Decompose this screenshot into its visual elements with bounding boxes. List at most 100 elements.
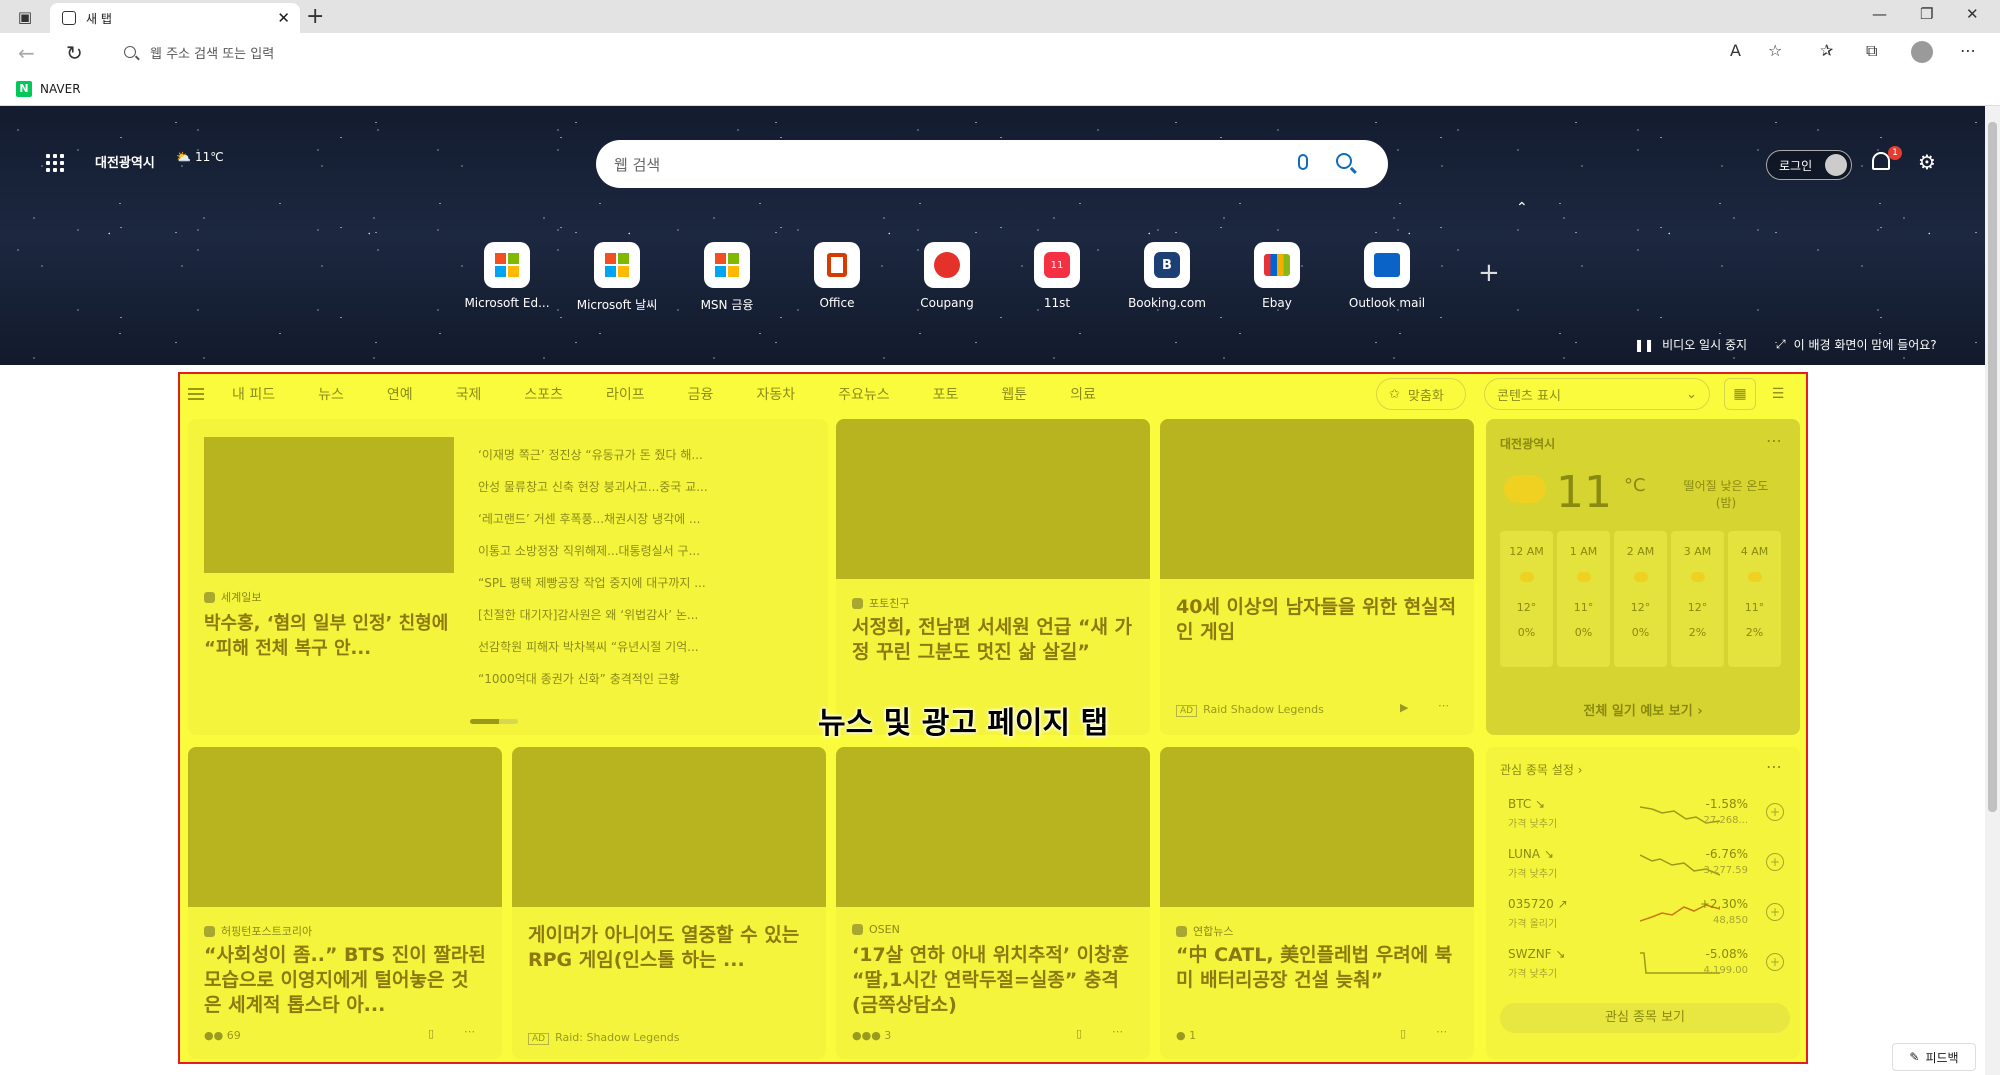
quick-link-office[interactable]: Office xyxy=(782,242,892,313)
profile-avatar[interactable] xyxy=(1911,41,1933,63)
headline-item[interactable]: 이통고 소방정장 직위해제...대통령실서 구... xyxy=(478,535,798,567)
favorites-icon[interactable]: ✰ xyxy=(1820,41,1833,60)
add-icon[interactable]: + xyxy=(1766,903,1784,921)
ad-title[interactable]: 40세 이상의 남자들을 위한 현실적인 게임 xyxy=(1176,595,1458,647)
close-tab-icon[interactable]: ✕ xyxy=(277,9,290,27)
minimize-icon[interactable]: — xyxy=(1872,5,1887,23)
headline-item[interactable]: “SPL 평택 제빵공장 작업 중지에 대구까지 ... xyxy=(478,567,798,599)
location-label[interactable]: 대전광역시 xyxy=(95,152,155,171)
more-options-icon[interactable]: ⋯ xyxy=(1436,1025,1447,1038)
watchlist-row[interactable]: 035720 ↗ 가격 올리기 +2.30% 48,850 + xyxy=(1500,893,1790,935)
tab-sports[interactable]: 스포츠 xyxy=(524,384,563,404)
news-title[interactable]: “사회성이 좀..” BTS 진이 짤라된 모습으로 이영지에게 털어놓은 것은… xyxy=(204,943,486,1019)
reaction-count[interactable]: ●●● 3 xyxy=(852,1029,891,1042)
headline-item[interactable]: ‘레고랜드’ 거센 후폭풍...채권시장 냉각에 ... xyxy=(478,503,798,535)
pause-video-button[interactable]: ❚❚ 비디오 일시 중지 xyxy=(1634,336,1747,353)
back-icon[interactable]: ← xyxy=(18,41,35,65)
tab-actions-icon[interactable]: ▣ xyxy=(12,6,38,28)
tab-top-news[interactable]: 주요뉴스 xyxy=(838,384,890,404)
grid-view-icon[interactable]: ▦ xyxy=(1724,378,1756,410)
page-scrollbar[interactable] xyxy=(1985,106,2000,1075)
watchlist-row[interactable]: SWZNF ↘ 가격 낮추기 -5.08% 4,199.00 + xyxy=(1500,943,1790,985)
personalize-button[interactable]: ✩ 맞춤화 xyxy=(1376,378,1466,410)
news-card[interactable]: 허핑턴포스트코리아 “사회성이 좀..” BTS 진이 짤라된 모습으로 이영지… xyxy=(188,747,502,1059)
tab-my-feed[interactable]: 내 피드 xyxy=(232,384,275,404)
headline-item[interactable]: 안성 물류창고 신축 현장 붕괴사고...중국 교... xyxy=(478,471,798,503)
web-search-input[interactable]: 웹 검색 xyxy=(596,140,1388,188)
add-icon[interactable]: + xyxy=(1766,803,1784,821)
news-card[interactable]: OSEN ‘17살 연하 아내 위치추적’ 이창훈 “딸,1시간 연락두절=실종… xyxy=(836,747,1150,1059)
tab-news[interactable]: 뉴스 xyxy=(318,384,344,404)
news-card[interactable]: 포토친구 서정희, 전남편 서세원 언급 “새 가정 꾸린 그분도 멋진 삶 살… xyxy=(836,419,1150,735)
content-display-select[interactable]: 콘텐츠 표시 ⌄ xyxy=(1484,378,1710,410)
headline-item[interactable]: ‘이재명 쪽근’ 정진상 “유동규가 돈 줬다 해... xyxy=(478,439,798,471)
full-forecast-link[interactable]: 전체 일기 예보 보기 › xyxy=(1486,700,1800,719)
headline-item[interactable]: [친절한 대기자]감사원은 왜 ‘위법감사’ 논... xyxy=(478,599,798,631)
quick-link-booking[interactable]: B Booking.com xyxy=(1112,242,1222,313)
ad-title[interactable]: 게이머가 아니어도 열중할 수 있는 RPG 게임(인스톨 하는 ... xyxy=(528,923,810,975)
weather-mini[interactable]: ⛅ 11℃ xyxy=(176,150,224,164)
watchlist-header[interactable]: 관심 종목 설정 › xyxy=(1500,761,1582,778)
bookmark-icon[interactable]: ▯ xyxy=(1400,1027,1406,1040)
tab-finance[interactable]: 금융 xyxy=(688,384,714,404)
bookmark-icon[interactable]: ▯ xyxy=(428,1027,434,1040)
chevron-up-icon[interactable]: ⌃ xyxy=(1516,200,1528,216)
quick-link-outlook[interactable]: Outlook mail xyxy=(1332,242,1442,313)
like-background-button[interactable]: ⤢ 이 배경 화면이 맘에 들어요? xyxy=(1776,336,1937,353)
more-options-icon[interactable]: ⋯ xyxy=(1112,1025,1123,1038)
reaction-count[interactable]: ● 1 xyxy=(1176,1029,1196,1042)
ad-card[interactable]: 40세 이상의 남자들을 위한 현실적인 게임 AD Raid Shadow Le… xyxy=(1160,419,1474,735)
favorite-naver[interactable]: NAVER xyxy=(40,82,81,96)
watchlist-row[interactable]: LUNA ↘ 가격 낮추기 -6.76% 3,277.59 + xyxy=(1500,843,1790,885)
more-options-icon[interactable]: ⋯ xyxy=(1438,699,1449,712)
more-options-icon[interactable]: ⋯ xyxy=(464,1025,475,1038)
add-icon[interactable]: + xyxy=(1766,953,1784,971)
close-window-icon[interactable]: ✕ xyxy=(1966,5,1979,23)
ad-card[interactable]: 게이머가 아니어도 열중할 수 있는 RPG 게임(인스톨 하는 ... AD R… xyxy=(512,747,826,1059)
quick-link-11st[interactable]: 11 11st xyxy=(1002,242,1112,313)
menu-icon[interactable] xyxy=(188,388,204,400)
reaction-count[interactable]: ●● 69 xyxy=(204,1029,241,1042)
feedback-button[interactable]: ✎ 피드백 xyxy=(1892,1043,1976,1071)
play-icon[interactable]: ▶ xyxy=(1400,701,1408,714)
tab-autos[interactable]: 자동차 xyxy=(756,384,795,404)
carousel-dots[interactable] xyxy=(470,719,518,724)
address-input[interactable]: 웹 주소 검색 또는 입력 xyxy=(108,37,1790,67)
search-icon[interactable] xyxy=(1336,153,1352,169)
apps-grid-icon[interactable] xyxy=(46,154,64,172)
gear-icon[interactable]: ⚙ xyxy=(1918,150,1936,174)
news-card[interactable]: 연합뉴스 “中 CATL, 美인플레법 우려에 북미 배터리공장 건설 늦춰” … xyxy=(1160,747,1474,1059)
tab-world[interactable]: 국제 xyxy=(456,384,482,404)
headline-item[interactable]: 선감학원 피해자 박차복씨 “유년시절 기억... xyxy=(478,631,798,663)
restore-icon[interactable]: ❐ xyxy=(1920,5,1933,23)
watchlist-row[interactable]: BTC ↘ 가격 낮추기 -1.58% 27,268... + xyxy=(1500,793,1790,835)
news-title[interactable]: ‘17살 연하 아내 위치추적’ 이창훈 “딸,1시간 연락두절=실종” 충격(… xyxy=(852,943,1134,1019)
quick-link-microsoft-edge[interactable]: Microsoft Ed... xyxy=(452,242,562,313)
quick-link-microsoft-weather[interactable]: Microsoft 날씨 xyxy=(562,242,672,313)
headline-item[interactable]: “1000억대 종권가 신화” 충격적인 근황 xyxy=(478,663,798,695)
list-view-icon[interactable]: ☰ xyxy=(1762,378,1794,410)
quick-link-msn-finance[interactable]: MSN 금융 xyxy=(672,242,782,313)
news-title[interactable]: 서정희, 전남편 서세원 언급 “새 가정 꾸린 그분도 멋진 삶 살길” xyxy=(852,615,1134,691)
add-quick-link-icon[interactable]: + xyxy=(1478,258,1500,288)
weather-widget[interactable]: 대전광역시 ⋯ 11 °C 떨어질 낮은 온도 (밤) 12 AM 12° 0% 1… xyxy=(1486,419,1800,735)
view-watchlist-button[interactable]: 관심 종목 보기 xyxy=(1500,1003,1790,1033)
tab-life[interactable]: 라이프 xyxy=(606,384,645,404)
microphone-icon[interactable] xyxy=(1298,154,1308,170)
top-story-title[interactable]: 박수홍, ‘혐의 일부 인정’ 친형에 “피해 전체 복구 안... xyxy=(204,611,460,663)
new-tab-button[interactable]: + xyxy=(306,4,324,29)
refresh-icon[interactable]: ↻ xyxy=(66,41,83,65)
top-stories-card[interactable]: 세계일보 박수홍, ‘혐의 일부 인정’ 친형에 “피해 전체 복구 안... … xyxy=(188,419,828,735)
read-aloud-icon[interactable]: A xyxy=(1730,41,1741,60)
tab-medical[interactable]: 의료 xyxy=(1070,384,1096,404)
bookmark-icon[interactable]: ▯ xyxy=(1076,1027,1082,1040)
more-icon[interactable]: ⋯ xyxy=(1960,41,1976,60)
more-options-icon[interactable]: ⋯ xyxy=(1766,431,1782,450)
tab-entertainment[interactable]: 연예 xyxy=(387,384,413,404)
more-options-icon[interactable]: ⋯ xyxy=(1766,757,1782,776)
collections-icon[interactable]: ⧉ xyxy=(1866,41,1877,61)
quick-link-coupang[interactable]: Coupang xyxy=(892,242,1002,313)
scrollbar-thumb[interactable] xyxy=(1988,122,1997,812)
tab-photo[interactable]: 포토 xyxy=(933,384,959,404)
add-icon[interactable]: + xyxy=(1766,853,1784,871)
